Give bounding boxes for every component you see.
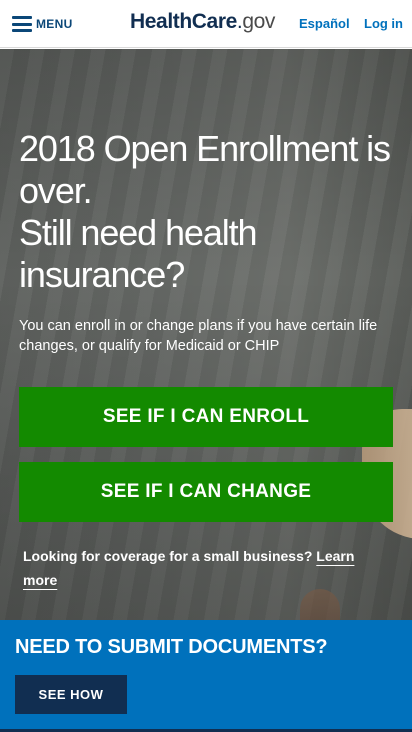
hero-title: 2018 Open Enrollment is over. Still need… — [19, 128, 399, 296]
submit-documents-title: NEED TO SUBMIT DOCUMENTS? — [15, 636, 328, 658]
hero-title-line-1: 2018 Open Enrollment is over. — [19, 128, 391, 211]
small-business-text: Looking for coverage for a small busines… — [23, 548, 313, 564]
healthcare-gov-logo[interactable]: HealthCare.gov — [130, 10, 275, 34]
hero-description: You can enroll in or change plans if you… — [19, 318, 378, 354]
menu-label: MENU — [36, 17, 73, 31]
espanol-link[interactable]: Español — [299, 16, 350, 31]
logo-gov-text: gov — [242, 10, 275, 33]
site-header: MENU HealthCare.gov Español Log in — [0, 0, 412, 48]
menu-button[interactable]: MENU — [12, 14, 73, 34]
see-if-i-can-change-button[interactable]: SEE IF I CAN CHANGE — [19, 462, 393, 522]
hero-title-line-2: Still need health insurance? — [19, 212, 258, 295]
submit-documents-banner: NEED TO SUBMIT DOCUMENTS? SEE HOW — [0, 620, 412, 732]
login-link[interactable]: Log in — [364, 16, 403, 31]
see-if-i-can-enroll-button[interactable]: SEE IF I CAN ENROLL — [19, 387, 393, 447]
small-business-notice: Looking for coverage for a small busines… — [23, 544, 373, 592]
hero-section: 2018 Open Enrollment is over. Still need… — [0, 49, 412, 620]
see-how-button[interactable]: SEE HOW — [15, 675, 127, 714]
logo-healthcare-text: HealthCare — [130, 10, 237, 33]
hamburger-icon — [12, 16, 32, 32]
